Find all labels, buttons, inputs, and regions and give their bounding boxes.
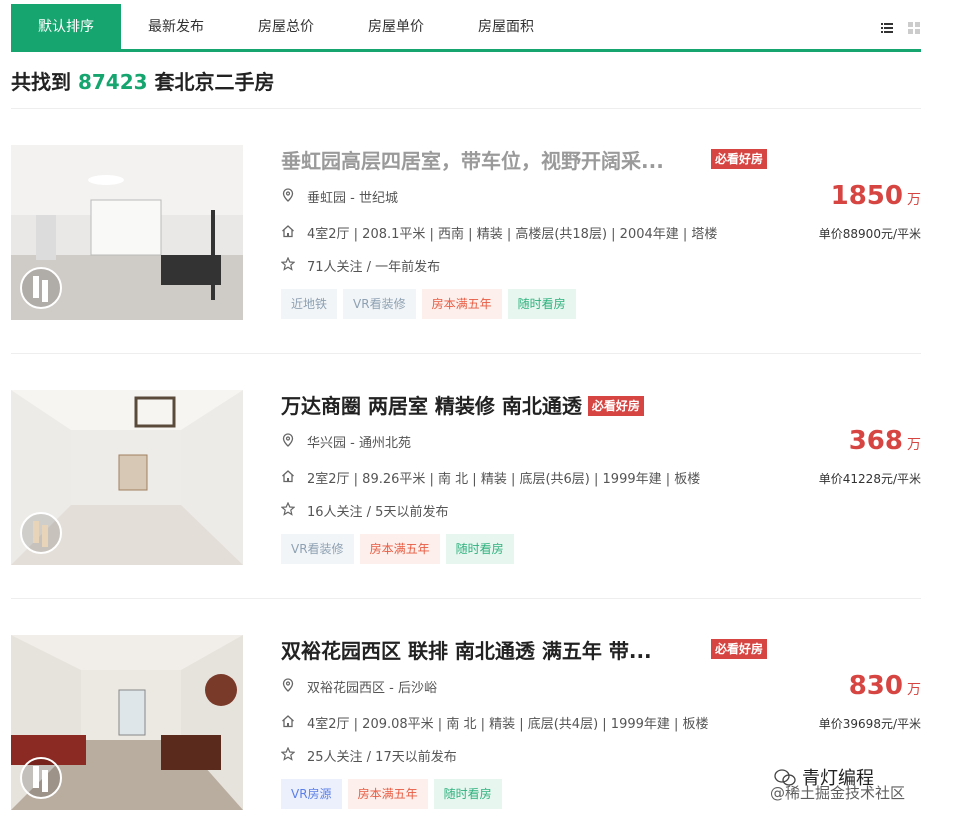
listing-title[interactable]: 双裕花园西区 联排 南北通透 满五年 带... <box>281 635 652 664</box>
price-unit: 万 <box>907 682 921 698</box>
follow-text: 25人关注 / 17天以前发布 <box>307 750 457 765</box>
list-view-icon[interactable] <box>881 22 893 34</box>
listing-photo[interactable] <box>11 145 243 320</box>
listing-house-info: 2室2厅 | 89.26平米 | 南 北 | 精装 | 底层(共6层) | 19… <box>281 468 700 487</box>
location-pin-icon <box>282 433 294 447</box>
tag-chip: 随时看房 <box>433 779 502 809</box>
house-icon <box>282 225 294 238</box>
tab-newest[interactable]: 最新发布 <box>121 4 231 49</box>
listing-follow-info: 71人关注 / 一年前发布 <box>281 256 440 275</box>
price-unit: 万 <box>907 192 921 208</box>
tab-default-sort[interactable]: 默认排序 <box>11 4 121 49</box>
star-icon <box>281 257 295 271</box>
total-price: 1850 万 <box>831 181 921 211</box>
title-text[interactable]: 万达商圈 两居室 精装修 南北通透 <box>281 394 582 418</box>
divider <box>11 108 921 109</box>
tag-chip: 房本满五年 <box>421 289 502 319</box>
tab-area[interactable]: 房屋面积 <box>451 4 561 49</box>
listing-tags: 近地铁 VR看装修 房本满五年 随时看房 <box>281 289 582 319</box>
house-info-text: 2室2厅 | 89.26平米 | 南 北 | 精装 | 底层(共6层) | 19… <box>307 472 701 487</box>
listing-location: 双裕花园西区 - 后沙峪 <box>281 677 437 696</box>
listing-title[interactable]: 垂虹园高层四居室，带车位，视野开阔采... <box>281 145 664 174</box>
total-price: 368 万 <box>849 426 921 456</box>
listing-house-info: 4室2厅 | 208.1平米 | 西南 | 精装 | 高楼层(共18层) | 2… <box>281 223 717 242</box>
follow-text: 71人关注 / 一年前发布 <box>307 260 441 275</box>
must-see-badge: 必看好房 <box>711 639 768 659</box>
tag-chip: VR看装修 <box>281 534 354 564</box>
listing-photo[interactable] <box>11 390 243 565</box>
watermark-source: @稀土掘金技术社区 <box>770 784 906 802</box>
listing-tags: VR房源 房本满五年 随时看房 <box>281 779 508 809</box>
tag-chip: VR看装修 <box>343 289 416 319</box>
count-prefix: 共找到 <box>11 70 78 94</box>
listing-follow-info: 25人关注 / 17天以前发布 <box>281 746 457 765</box>
location-pin-icon <box>282 678 294 692</box>
price-value: 368 <box>848 426 903 456</box>
tag-chip: 随时看房 <box>507 289 576 319</box>
result-count: 共找到 87423 套北京二手房 <box>11 66 275 95</box>
house-icon <box>282 715 294 728</box>
house-info-text: 4室2厅 | 208.1平米 | 西南 | 精装 | 高楼层(共18层) | 2… <box>307 227 718 242</box>
star-icon <box>281 502 295 516</box>
location-text[interactable]: 垂虹园 - 世纪城 <box>307 191 398 206</box>
listing-tags: VR看装修 房本满五年 随时看房 <box>281 534 520 564</box>
tag-chip: VR房源 <box>281 779 342 809</box>
location-pin-icon <box>282 188 294 202</box>
listing-follow-info: 16人关注 / 5天以前发布 <box>281 501 448 520</box>
price-value: 1850 <box>830 181 903 211</box>
total-price: 830 万 <box>849 671 921 701</box>
listing-title[interactable]: 万达商圈 两居室 精装修 南北通透 必看好房 <box>281 390 644 419</box>
divider <box>11 598 921 599</box>
listing-house-info: 4室2厅 | 209.08平米 | 南 北 | 精装 | 底层(共4层) | 1… <box>281 713 709 732</box>
listing-item[interactable]: 垂虹园高层四居室，带车位，视野开阔采... 必看好房 垂虹园 - 世纪城 4室2… <box>11 145 921 320</box>
price-value: 830 <box>848 671 903 701</box>
house-icon <box>282 470 294 483</box>
must-see-badge: 必看好房 <box>587 396 644 416</box>
unit-price: 单价88900元/平米 <box>818 227 921 241</box>
location-text[interactable]: 双裕花园西区 - 后沙峪 <box>307 681 437 696</box>
unit-price: 单价39698元/平米 <box>818 717 921 731</box>
house-info-text: 4室2厅 | 209.08平米 | 南 北 | 精装 | 底层(共4层) | 1… <box>307 717 709 732</box>
unit-price: 单价41228元/平米 <box>818 472 921 486</box>
star-icon <box>281 747 295 761</box>
tag-chip: 近地铁 <box>281 289 338 319</box>
tag-chip: 房本满五年 <box>347 779 428 809</box>
tag-chip: 房本满五年 <box>359 534 440 564</box>
listing-location: 华兴园 - 通州北苑 <box>281 432 411 451</box>
location-text[interactable]: 华兴园 - 通州北苑 <box>307 436 411 451</box>
listing-item[interactable]: 万达商圈 两居室 精装修 南北通透 必看好房 华兴园 - 通州北苑 2室2厅 | … <box>11 390 921 565</box>
listing-location: 垂虹园 - 世纪城 <box>281 187 398 206</box>
count-suffix: 套北京二手房 <box>147 70 275 94</box>
sort-tabs: 默认排序 最新发布 房屋总价 房屋单价 房屋面积 <box>11 4 921 52</box>
listing-photo[interactable] <box>11 635 243 810</box>
tab-total-price[interactable]: 房屋总价 <box>231 4 341 49</box>
price-unit: 万 <box>907 437 921 453</box>
divider <box>11 353 921 354</box>
tag-chip: 随时看房 <box>445 534 514 564</box>
follow-text: 16人关注 / 5天以前发布 <box>307 505 449 520</box>
count-number: 87423 <box>77 70 148 94</box>
grid-view-icon[interactable] <box>908 22 920 34</box>
tab-unit-price[interactable]: 房屋单价 <box>341 4 451 49</box>
must-see-badge: 必看好房 <box>711 149 768 169</box>
